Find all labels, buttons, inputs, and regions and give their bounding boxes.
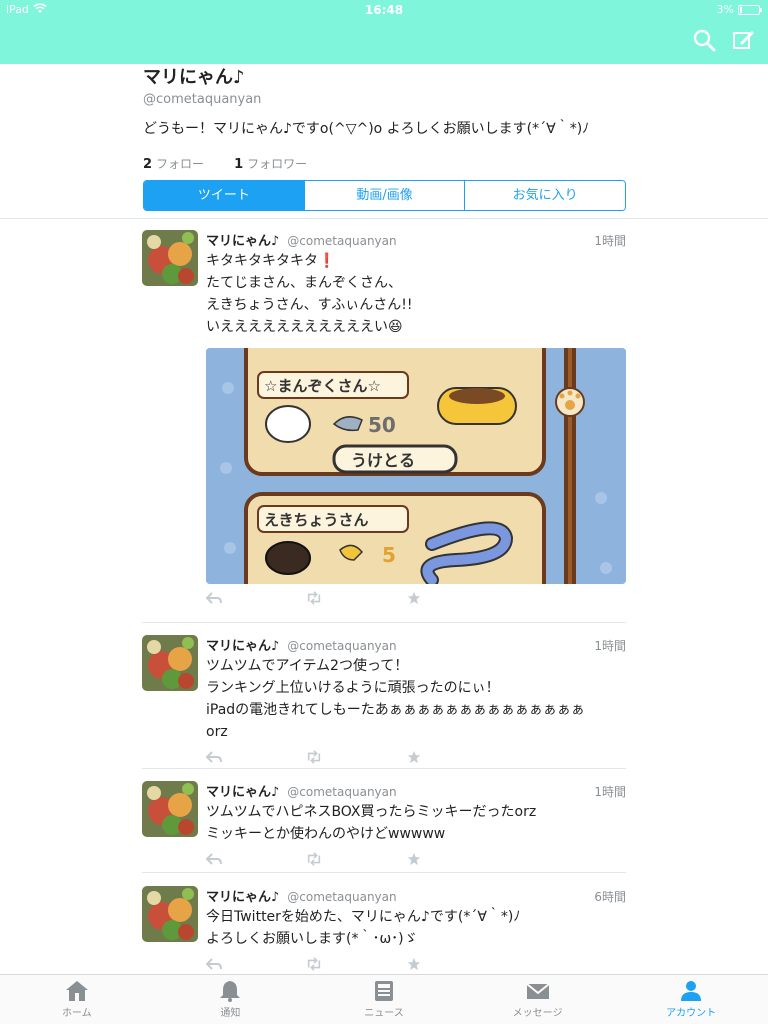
- segment-favorites[interactable]: お気に入り: [465, 181, 625, 210]
- nav-icons: [692, 28, 756, 56]
- tab-label: ニュース: [364, 1008, 404, 1019]
- retweet-icon[interactable]: [306, 591, 406, 609]
- tab-label: アカウント: [666, 1008, 717, 1019]
- followers-link[interactable]: 1 フォロワー: [234, 155, 307, 172]
- status-right: 3%: [716, 3, 762, 16]
- tweet-text: ツムツムでハピネスBOX買ったらミッキーだったorz ミッキーとか使わんのやけど…: [206, 804, 537, 842]
- segment-media[interactable]: 動画/画像: [304, 181, 466, 210]
- following-label: フォロー: [156, 157, 205, 171]
- tab-label: ホーム: [61, 1008, 92, 1019]
- favorite-icon[interactable]: [406, 852, 506, 870]
- tweet-time: 1時間: [594, 639, 626, 653]
- battery-icon: [738, 4, 762, 15]
- avatar[interactable]: [142, 781, 198, 837]
- following-link[interactable]: 2 フォロー: [143, 155, 204, 172]
- tweet-image[interactable]: ☆まんぞくさん☆ 50 うけとる えきちょうさん 5: [206, 348, 626, 584]
- status-time: 16:48: [364, 3, 404, 17]
- tab-messages[interactable]: メッセージ: [461, 975, 615, 1024]
- tweet-author-handle: @cometaquanyan: [287, 890, 397, 904]
- tweet-actions: [205, 749, 626, 769]
- tab-label: 通知: [220, 1008, 241, 1019]
- tweet-author-name[interactable]: マリにゃん♪: [206, 635, 279, 654]
- paw-icon: [555, 387, 585, 417]
- reply-icon[interactable]: [205, 957, 306, 975]
- card1-button: うけとる: [351, 451, 415, 470]
- tweet-author-handle: @cometaquanyan: [287, 785, 397, 799]
- followers-count: 1: [234, 157, 244, 172]
- favorite-icon[interactable]: [406, 750, 506, 768]
- favorite-icon[interactable]: [406, 591, 506, 609]
- tweet-time: 1時間: [594, 234, 626, 248]
- tweet-text: 今日Twitterを始めた、マリにゃん♪です(*´∀｀*)ﾉ よろしくお願いしま…: [206, 909, 521, 947]
- top-bar: iPad 16:48 3%: [0, 0, 768, 64]
- tab-home[interactable]: ホーム: [0, 975, 154, 1024]
- profile-segmented-control: ツイート 動画/画像 お気に入り: [143, 180, 626, 211]
- favorite-icon[interactable]: [406, 957, 506, 975]
- tweet-time: 6時間: [594, 890, 626, 904]
- tab-label: メッセージ: [512, 1008, 563, 1019]
- tweet-author-name[interactable]: マリにゃん♪: [206, 230, 279, 249]
- tweet-text: ツムツムでアイテム2つ使って！ ランキング上位いけるように頑張ったのにぃ！ iP…: [206, 658, 585, 740]
- tab-account[interactable]: アカウント: [614, 975, 768, 1024]
- profile-name: マリにゃん♪: [143, 67, 245, 88]
- divider: [142, 872, 626, 873]
- mail-icon: [525, 983, 550, 999]
- reply-icon[interactable]: [205, 591, 306, 609]
- avatar[interactable]: [142, 230, 198, 286]
- news-icon: [374, 981, 393, 1001]
- tab-bar: ホーム 通知 ニュース メッセージ アカウント: [0, 974, 768, 1024]
- account-icon: [681, 981, 702, 1001]
- home-icon: [65, 981, 88, 1001]
- retweet-icon[interactable]: [306, 957, 406, 975]
- tweet-actions: [205, 590, 626, 610]
- tweet-author-name[interactable]: マリにゃん♪: [206, 781, 279, 800]
- tweet-actions: [205, 851, 626, 871]
- compose-icon[interactable]: [732, 28, 756, 56]
- segment-tweets[interactable]: ツイート: [144, 181, 305, 210]
- divider: [0, 218, 768, 219]
- profile-counts: 2 フォロー 1 フォロワー: [143, 155, 626, 172]
- tab-notifications[interactable]: 通知: [154, 975, 308, 1024]
- divider: [142, 622, 626, 623]
- card2-title: えきちょうさん: [264, 511, 369, 529]
- card2-count: 5: [382, 543, 396, 567]
- profile-handle: @cometaquanyan: [143, 92, 262, 107]
- search-icon[interactable]: [692, 28, 716, 56]
- tab-news[interactable]: ニュース: [307, 975, 461, 1024]
- tweet-author-name[interactable]: マリにゃん♪: [206, 886, 279, 905]
- retweet-icon[interactable]: [306, 750, 406, 768]
- reply-icon[interactable]: [205, 852, 306, 870]
- card1-count: 50: [368, 413, 396, 437]
- profile-header: マリにゃん♪ @cometaquanyan どうもー！マリにゃん♪ですo(^▽^…: [143, 66, 626, 172]
- divider: [142, 768, 626, 769]
- avatar[interactable]: [142, 886, 198, 942]
- retweet-icon[interactable]: [306, 852, 406, 870]
- reply-icon[interactable]: [205, 750, 306, 768]
- tweet-time: 1時間: [594, 785, 626, 799]
- tweet-actions: [205, 956, 626, 976]
- tweet-author-handle: @cometaquanyan: [287, 234, 397, 248]
- avatar[interactable]: [142, 635, 198, 691]
- following-count: 2: [143, 157, 153, 172]
- tweet-author-handle: @cometaquanyan: [287, 639, 397, 653]
- tweet-text: キタキタキタキタ❗️ たてじまさん、まんぞくさん、 えきちょうさん、すふぃんさん…: [206, 253, 413, 335]
- bell-icon: [220, 981, 241, 1002]
- battery-percent: 3%: [716, 3, 734, 16]
- profile-bio: どうもー！マリにゃん♪ですo(^▽^)o よろしくお願いします(*´∀｀*)ﾉ: [143, 121, 590, 137]
- card1-title: ☆まんぞくさん☆: [264, 377, 381, 395]
- followers-label: フォロワー: [247, 157, 308, 171]
